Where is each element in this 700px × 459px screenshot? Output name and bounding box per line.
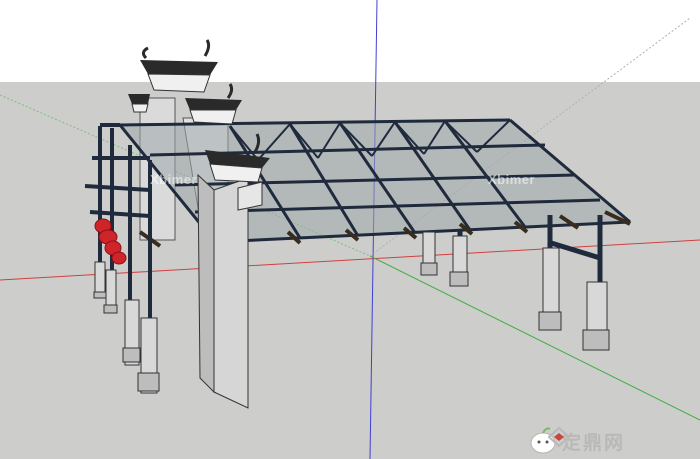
brand-text: 定鼎网 — [562, 431, 626, 454]
viewport-3d[interactable]: Xbimer Xbimer 定鼎网 — [0, 0, 700, 459]
watermark-right: Xbimer — [488, 172, 536, 187]
rooflet-top — [140, 39, 218, 93]
scene-svg — [0, 0, 700, 459]
brand-logo: 定鼎网 — [528, 426, 698, 456]
dingding-logo-icon — [548, 426, 570, 448]
watermark-left: Xbimer — [150, 172, 198, 187]
front-wall-pillar — [213, 177, 249, 409]
front-wall-pillar-side — [197, 173, 215, 394]
